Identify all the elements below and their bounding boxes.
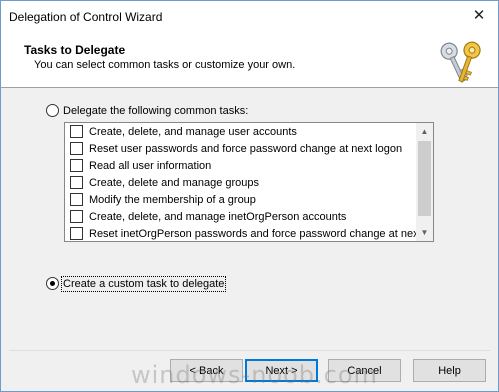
task-checkbox[interactable]	[70, 210, 83, 223]
task-label: Read all user information	[89, 159, 212, 172]
common-tasks-radio[interactable]	[46, 104, 59, 117]
task-item[interactable]: Modify the membership of a group	[65, 191, 417, 208]
task-item[interactable]: Create, delete, and manage user accounts	[65, 123, 417, 140]
next-button-label: Next >	[265, 364, 298, 377]
back-button[interactable]: < Back	[170, 359, 243, 382]
task-checkbox[interactable]	[70, 159, 83, 172]
tasks-list: Create, delete, and manage user accounts…	[65, 123, 417, 241]
page-title: Tasks to Delegate	[24, 43, 126, 57]
scroll-up-arrow-icon[interactable]: ▲	[416, 123, 433, 140]
title-bar: Delegation of Control Wizard ✕	[1, 1, 498, 32]
task-checkbox[interactable]	[70, 142, 83, 155]
scroll-thumb[interactable]	[418, 141, 431, 216]
wizard-header: Tasks to Delegate You can select common …	[1, 32, 498, 88]
task-label: Reset user passwords and force password …	[89, 142, 403, 155]
task-label: Create, delete and manage groups	[89, 176, 260, 189]
tasks-listbox[interactable]: Create, delete, and manage user accounts…	[64, 122, 434, 242]
task-label: Create, delete, and manage user accounts	[89, 125, 297, 138]
help-button[interactable]: Help	[413, 359, 486, 382]
footer-divider	[9, 350, 490, 351]
vertical-scrollbar[interactable]: ▲ ▼	[416, 123, 433, 241]
task-checkbox[interactable]	[70, 227, 83, 240]
page-subtitle: You can select common tasks or customize…	[34, 59, 296, 71]
task-item[interactable]: Reset inetOrgPerson passwords and force …	[65, 225, 417, 241]
task-item[interactable]: Create, delete, and manage inetOrgPerson…	[65, 208, 417, 225]
task-checkbox[interactable]	[70, 125, 83, 138]
window-title: Delegation of Control Wizard	[9, 10, 163, 24]
common-tasks-option[interactable]: Delegate the following common tasks:	[46, 104, 248, 117]
close-icon[interactable]: ✕	[466, 4, 492, 28]
task-item[interactable]: Read all user information	[65, 157, 417, 174]
custom-task-label: Create a custom task to delegate	[60, 275, 227, 292]
custom-task-radio[interactable]	[46, 277, 59, 290]
next-button[interactable]: Next >	[245, 359, 318, 382]
task-checkbox[interactable]	[70, 193, 83, 206]
task-item[interactable]: Reset user passwords and force password …	[65, 140, 417, 157]
scroll-down-arrow-icon[interactable]: ▼	[416, 224, 433, 241]
wizard-window: Delegation of Control Wizard ✕ Tasks to …	[0, 0, 499, 392]
common-tasks-label: Delegate the following common tasks:	[63, 104, 249, 117]
custom-task-option[interactable]: Create a custom task to delegate	[46, 275, 227, 292]
task-label: Modify the membership of a group	[89, 193, 256, 206]
task-label: Reset inetOrgPerson passwords and force …	[89, 227, 417, 240]
cancel-button[interactable]: Cancel	[328, 359, 401, 382]
task-checkbox[interactable]	[70, 176, 83, 189]
task-label: Create, delete, and manage inetOrgPerson…	[89, 210, 347, 223]
keys-icon	[440, 41, 481, 83]
task-item[interactable]: Create, delete and manage groups	[65, 174, 417, 191]
